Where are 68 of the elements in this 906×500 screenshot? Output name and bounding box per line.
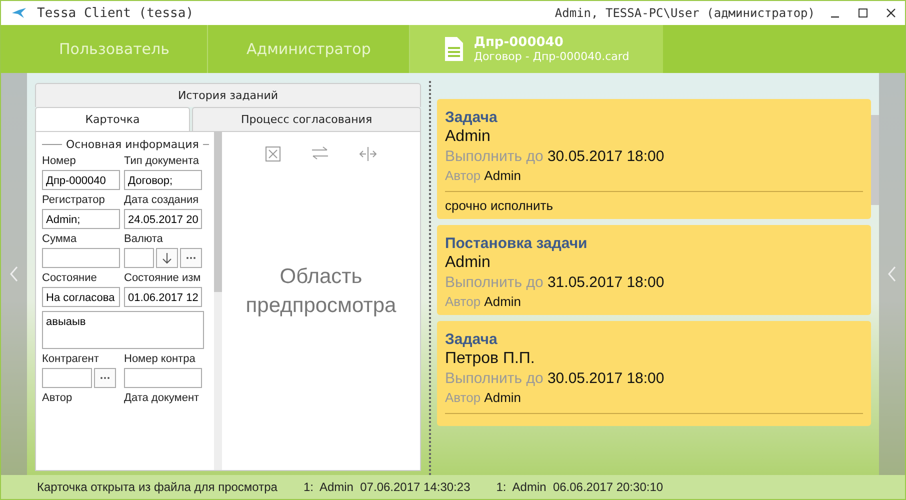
close-icon [886,8,896,18]
status-lock-info: 1: Admin 07.06.2017 14:30:23 [303,480,470,494]
input-field[interactable]: На согласова [42,287,120,307]
card-tab[interactable]: Процесс согласования [192,107,421,131]
window-title: Tessa Client (tessa) [37,6,194,20]
preview-area-label: Область предпросмотра [244,264,398,320]
task-author: Автор Admin [445,390,522,405]
task-card[interactable]: Задача Admin Выполнить до 30.05.2017 18:00 Автор Admin срочно исполнить [437,99,871,219]
input-field[interactable] [124,248,154,268]
task-author: Автор Admin [445,168,522,183]
ellipsis-icon [186,256,196,260]
ellipsis-icon [100,376,110,380]
task-user: Петров П.П. [445,350,536,368]
field-label: Контрагент [42,353,99,365]
down-arrow-icon [162,252,172,264]
maximize-icon [858,8,868,18]
chevron-left-icon [888,266,896,282]
field-label: Регистратор [42,194,105,206]
task-card[interactable]: Задача Петров П.П. Выполнить до 30.05.2017 18:00 Автор Admin [437,321,871,426]
due-date: Выполнить до 31.05.2017 18:00 [445,274,666,291]
task-user: Admin [445,254,492,272]
task-author: Автор Admin [445,294,522,309]
close-box-icon[interactable] [265,146,281,162]
task-title: Постановка задачи [445,235,588,252]
field-label: Сумма [42,233,77,245]
user-label: Admin, TESSA-PC\User (администратор) [554,6,815,20]
field-label: Состояние [42,272,97,284]
field-label: Номер [42,155,76,167]
input-field[interactable]: Дпр-000040 [42,170,120,190]
field-label: Номер контра [124,353,196,365]
input-field[interactable] [42,368,92,388]
input-field[interactable]: 01.06.2017 12 [124,287,202,307]
chevron-left-icon [10,266,18,282]
status-lock-info: 1: Admin 06.06.2017 20:30:10 [496,480,664,494]
input-field[interactable]: 24.05.2017 20 [124,209,202,229]
more-button[interactable] [94,368,116,388]
field-label: Валюта [124,233,163,245]
card-tab[interactable]: Карточка [35,107,190,131]
field-label: Дата документ [124,392,200,404]
task-user: Admin [445,128,492,146]
left-nav-strip[interactable] [1,73,27,475]
task-comment: срочно исполнить [445,198,554,213]
right-nav-strip[interactable] [879,73,905,475]
due-date: Выполнить до 30.05.2017 18:00 [445,370,666,387]
swap-arrows-icon[interactable] [311,146,329,160]
field-label: Дата создания [124,194,199,206]
more-button[interactable] [180,248,202,268]
bird-icon [11,7,27,19]
split-arrows-icon[interactable] [359,146,377,162]
due-date: Выполнить до 30.05.2017 18:00 [445,148,666,165]
status-message: Карточка открыта из файла для просмотра [37,480,278,494]
field-label: Автор [42,392,72,404]
field-label: Состояние изм [124,272,201,284]
minimize-icon [830,16,840,18]
card-tab[interactable]: История заданий [35,83,421,107]
input-field[interactable] [124,368,202,388]
input-field[interactable] [42,248,120,268]
dropdown-button[interactable] [156,248,178,268]
scrollbar[interactable] [214,132,222,470]
field-label: Тип документа [124,155,200,167]
task-title: Задача [445,331,498,348]
document-icon [444,36,464,62]
task-title: Задача [445,109,498,126]
input-field[interactable]: Договор; [124,170,202,190]
input-field[interactable]: Admin; [42,209,120,229]
section-title: Основная информация [66,138,199,151]
text-area[interactable]: авыаыв [42,311,204,349]
task-card[interactable]: Постановка задачи Admin Выполнить до 31.05.2017 18:00 Автор Admin [437,225,871,315]
